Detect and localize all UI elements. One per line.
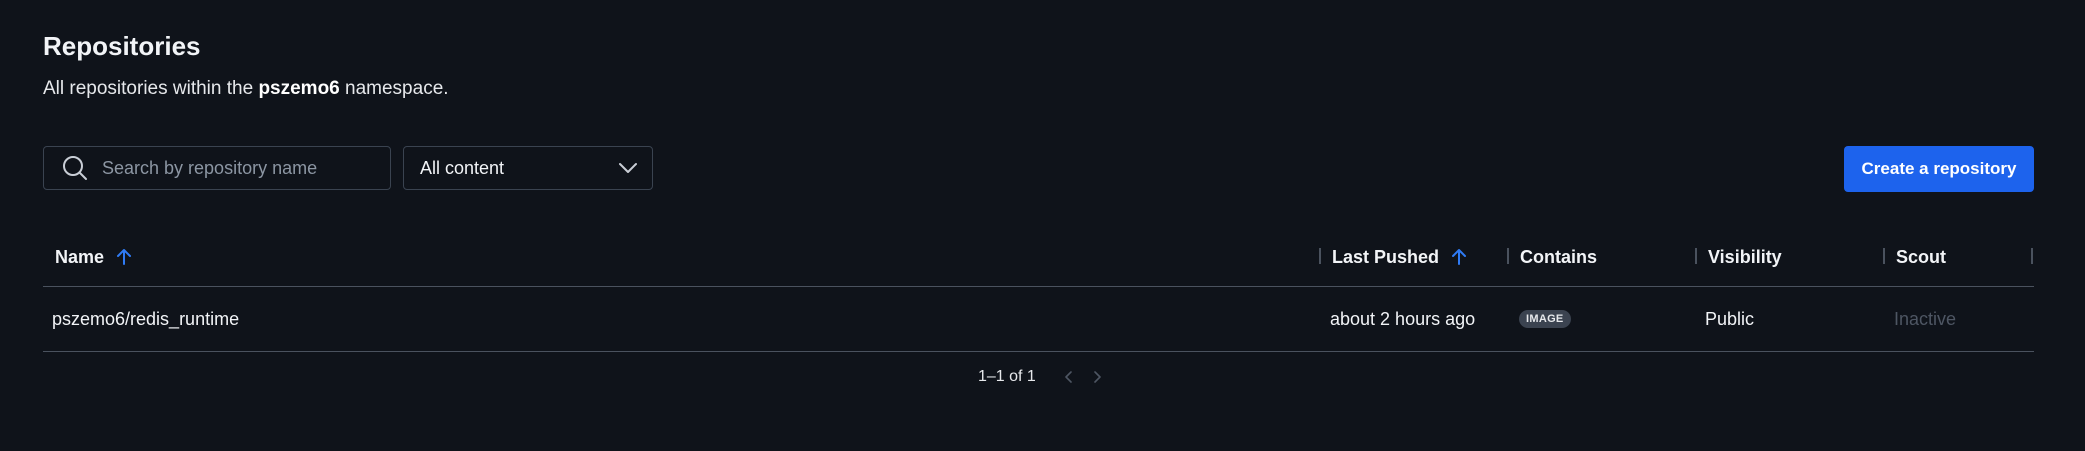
column-header-contains[interactable]: Contains (1520, 228, 1597, 286)
arrow-up-icon (116, 248, 132, 266)
column-header-scout[interactable]: Scout (1896, 228, 1946, 286)
search-input[interactable] (100, 156, 390, 180)
visibility-value: Public (1705, 308, 1755, 329)
last-pushed-value: about 2 hours ago (1330, 308, 1476, 329)
pagination: 1–1 of 1 (978, 368, 1102, 386)
content-filter-select[interactable]: All content (403, 146, 653, 190)
page-title: Repositories (43, 31, 201, 61)
image-badge: IMAGE (1519, 310, 1571, 328)
chevron-down-icon (618, 162, 638, 174)
column-header-last-pushed-label: Last Pushed (1332, 246, 1440, 267)
column-divider[interactable] (2031, 248, 2033, 264)
column-header-last-pushed[interactable]: Last Pushed (1332, 228, 1467, 286)
namespace-name: pszemo6 (258, 78, 340, 99)
column-divider[interactable] (1507, 248, 1509, 264)
repositories-table: Name Last Pushed Contains Visibility Sco… (43, 228, 2034, 352)
column-divider[interactable] (1883, 248, 1885, 264)
content-filter-value: All content (420, 157, 505, 178)
chevron-right-icon[interactable] (1092, 370, 1102, 384)
column-divider[interactable] (1319, 248, 1321, 264)
arrow-up-icon (1451, 248, 1467, 266)
contains-cell: IMAGE (1519, 287, 1571, 351)
pagination-range: 1–1 of 1 (978, 368, 1036, 385)
page-subtitle: All repositories within the pszemo6 name… (43, 78, 449, 100)
chevron-left-icon[interactable] (1064, 370, 1074, 384)
table-row[interactable]: pszemo6/redis_runtime about 2 hours ago … (43, 287, 2034, 352)
column-header-name-label: Name (55, 246, 105, 267)
column-divider[interactable] (1695, 248, 1697, 264)
repositories-page: Repositories All repositories within the… (0, 0, 2085, 451)
table-header: Name Last Pushed Contains Visibility Sco… (43, 228, 2034, 287)
subtitle-suffix: namespace. (339, 78, 449, 99)
search-box (43, 146, 391, 190)
column-header-visibility[interactable]: Visibility (1708, 228, 1782, 286)
repository-name[interactable]: pszemo6/redis_runtime (52, 287, 239, 351)
scout-status: Inactive (1894, 308, 1957, 329)
column-header-name[interactable]: Name (55, 228, 132, 286)
subtitle-prefix: All repositories within the (43, 78, 259, 99)
search-icon (60, 153, 90, 183)
create-repository-button[interactable]: Create a repository (1844, 146, 2034, 192)
